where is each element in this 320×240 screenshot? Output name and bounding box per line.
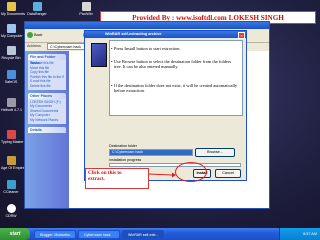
taskbar-item-blogger[interactable]: Blogger: Modsoftw...: [34, 229, 76, 239]
desktop-icon-my-documents[interactable]: My Documents: [1, 2, 25, 16]
browse-button[interactable]: Browse...: [195, 148, 235, 157]
callout-arrow: [148, 172, 176, 178]
app-icon: [6, 130, 16, 139]
destination-label: Destination folder: [109, 144, 137, 148]
system-tray: 8:57 AM: [279, 228, 320, 240]
desktop-icon-cdrw[interactable]: CDRW: [1, 204, 21, 218]
computer-icon: [6, 24, 16, 33]
taskbar: start Blogger: Modsoftw... Cyberroam hac…: [0, 228, 320, 240]
desktop-icon-my-computer[interactable]: My Computer: [1, 24, 23, 38]
desktop-icon-safeos[interactable]: SafeOS: [1, 70, 21, 84]
close-icon[interactable]: ×: [238, 32, 245, 39]
broom-icon: [6, 180, 16, 189]
desktop-icon-dataranger[interactable]: DataRanger: [27, 2, 47, 16]
desktop-icon-ccleaner[interactable]: CCleaner: [1, 180, 21, 194]
start-button[interactable]: start: [0, 228, 30, 240]
place-network-places[interactable]: My Network Places: [30, 118, 64, 123]
cancel-button[interactable]: Cancel: [215, 169, 241, 178]
taskbar-item-winrar[interactable]: WinRAR self-extr...: [122, 229, 164, 239]
winrar-sfx-dialog[interactable]: WinRAR self-extracting archive × Press I…: [84, 30, 247, 181]
recycle-bin-icon: [6, 46, 16, 55]
explorer-titlebar[interactable]: [25, 22, 269, 29]
desktop-icon-picowin[interactable]: PicoWin: [76, 2, 96, 16]
back-arrow-icon: [27, 32, 33, 38]
task-delete[interactable]: Delete this file: [30, 84, 64, 89]
instructions-panel: Press Install button to start extraction…: [109, 40, 243, 116]
dialog-title: WinRAR self-extracting archive: [105, 32, 162, 36]
desktop-icon-recycle-bin[interactable]: Recycle Bin: [1, 46, 21, 60]
app-icon: [6, 70, 16, 79]
instruction-install: Press Install button to start extraction…: [111, 46, 238, 51]
app-icon: [32, 2, 42, 11]
progress-label: Installation progress: [109, 158, 142, 162]
installation-progress-bar: [109, 163, 241, 167]
clock[interactable]: 8:57 AM: [303, 228, 317, 240]
taskbar-item-cyberroam-hack[interactable]: Cyberroam hack: [78, 229, 120, 239]
instruction-browse: Use Browse button to select the destinat…: [111, 59, 238, 69]
task-heading-details[interactable]: Details: [28, 126, 66, 133]
desktop-icon-age-of-empires[interactable]: Age Of Empires II: [1, 156, 29, 170]
task-pane: File and Folder Tasks Rename this file M…: [25, 51, 69, 208]
disc-icon: [6, 204, 16, 213]
app-icon: [81, 2, 91, 11]
address-label: Address: [27, 44, 41, 48]
folder-icon: [6, 2, 16, 11]
back-button[interactable]: Back: [27, 31, 42, 39]
app-icon: [6, 98, 16, 107]
game-icon: [6, 156, 16, 165]
callout-line-2: extract.: [88, 176, 105, 182]
dialog-titlebar[interactable]: WinRAR self-extracting archive ×: [85, 31, 246, 39]
desktop-icon-typing-master[interactable]: Typing Master: [1, 130, 24, 144]
desktop-icon-hellsoft[interactable]: Hellsoft 4.7.1: [1, 98, 22, 112]
destination-input[interactable]: C:\Cyberroam hack: [109, 149, 193, 156]
install-highlight-circle: [175, 162, 207, 182]
winrar-logo-icon: [91, 43, 107, 67]
instruction-callout: Click on this to extract.: [85, 168, 149, 189]
instruction-create-folder: If the destination folder does not exist…: [111, 83, 238, 93]
